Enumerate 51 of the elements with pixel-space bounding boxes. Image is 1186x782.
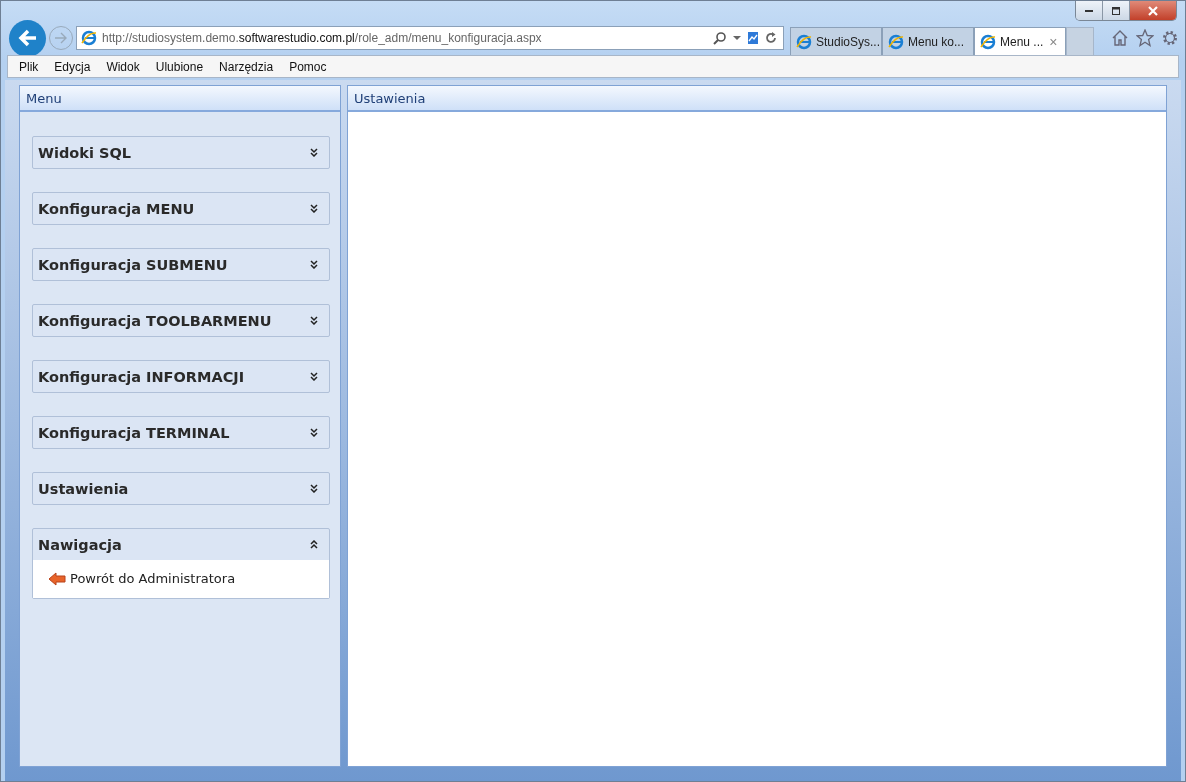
panel-title: Ustawienia [348,86,1166,112]
maximize-icon [1110,5,1122,16]
expand-icon [310,484,318,493]
minimize-icon [1085,9,1093,12]
expand-icon [310,428,318,437]
dropdown-caret-icon[interactable] [733,35,741,41]
accordion-header[interactable]: Ustawienia [33,473,329,504]
browser-logo-icon [796,33,812,50]
accordion-header[interactable]: Widoki SQL [33,137,329,168]
close-button[interactable] [1130,1,1176,20]
home-icon[interactable] [1111,29,1129,47]
menu-item[interactable]: Narzędzia [219,59,274,74]
accordion-header[interactable]: Konfiguracja INFORMACJI [33,361,329,392]
minimize-button[interactable] [1076,1,1103,20]
url-text: http://studiosystem.demo.softwarestudio.com.pl/role_adm/menu_konfiguracja.aspx [102,31,543,45]
menu-item[interactable]: Widok [106,59,140,74]
maximize-button[interactable] [1103,1,1130,20]
forward-arrow-icon [54,32,68,44]
browser-tab[interactable]: Menu ... × [974,27,1066,55]
browser-logo-icon [980,33,996,50]
compatibility-view-icon[interactable] [747,31,759,45]
menu-item[interactable]: Edycja [54,59,91,74]
close-icon [1146,5,1160,16]
settings-icon[interactable] [1161,29,1179,47]
browser-tab[interactable]: StudioSys... [790,27,882,55]
accordion-header[interactable]: Nawigacja [33,529,329,560]
expand-icon [310,372,318,381]
menu-item[interactable]: Plik [19,59,39,74]
expand-icon [310,204,318,213]
accordion-header[interactable]: Konfiguracja MENU [33,193,329,224]
refresh-icon[interactable] [765,31,777,45]
expand-icon [310,148,318,157]
browser-logo-icon [888,33,904,50]
browser-logo-icon [81,30,97,46]
panel-title: Menu [20,86,340,112]
accordion-header[interactable]: Konfiguracja TERMINAL [33,417,329,448]
star-icon[interactable] [1136,29,1154,47]
expand-icon [310,316,318,325]
menu-item[interactable]: Ulubione [155,59,204,74]
address-bar[interactable]: http://studiosystem.demo.softwarestudio.com.pl/role_adm/menu_konfiguracja.aspx [76,26,784,50]
browser-tab[interactable]: Menu ko... [882,27,974,55]
menu-item[interactable]: Pomoc [289,59,327,74]
left-arrow-icon [48,571,66,586]
expand-icon [310,260,318,269]
tab-close-button[interactable]: × [1049,33,1058,50]
accordion-header[interactable]: Konfiguracja SUBMENU [33,249,329,280]
accordion-header[interactable]: Konfiguracja TOOLBARMENU [33,305,329,336]
collapse-icon [310,540,318,549]
back-button[interactable] [9,19,46,57]
search-icon[interactable] [713,31,727,45]
back-arrow-icon [17,29,38,47]
